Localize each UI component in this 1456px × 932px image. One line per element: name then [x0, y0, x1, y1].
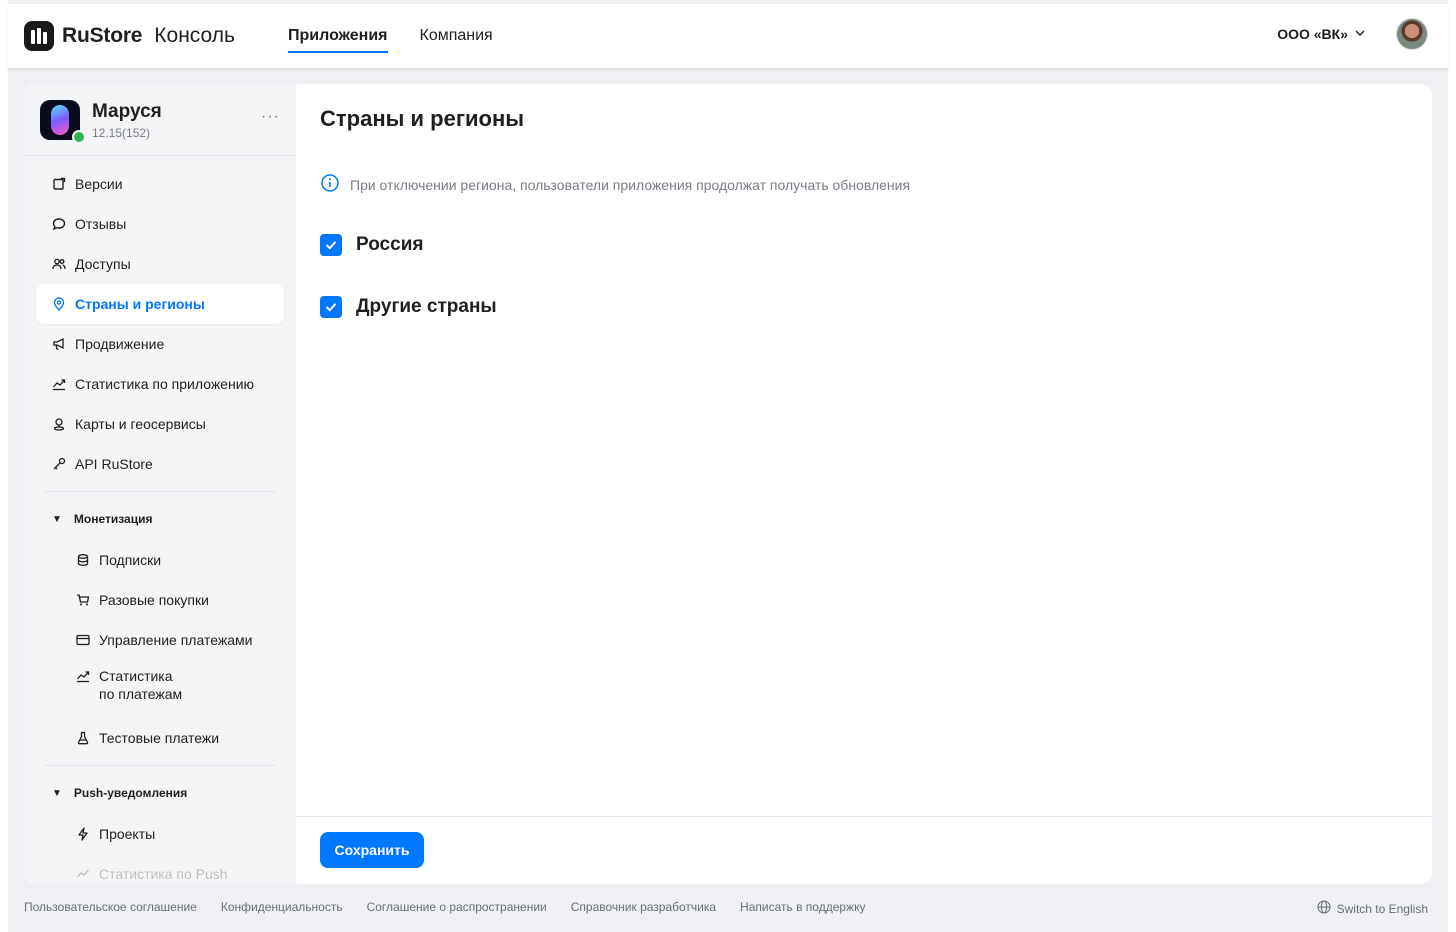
- logo-brand-text: RuStore: [62, 24, 143, 47]
- sidebar-item-payment-statistics[interactable]: Статистика по платежам: [60, 660, 284, 708]
- app-shell: RuStore Консоль Приложения Компания ООО …: [8, 0, 1448, 932]
- divider: [296, 816, 1432, 817]
- chevron-down-icon: [1354, 26, 1366, 42]
- sidebar-item-label: Карты и геосервисы: [75, 416, 206, 432]
- cart-icon: [76, 593, 90, 607]
- sidebar-item-label: Проекты: [99, 826, 156, 842]
- sidebar-item-access[interactable]: Доступы: [36, 244, 284, 284]
- region-russia-checkbox[interactable]: Россия: [320, 234, 423, 256]
- save-button[interactable]: Сохранить: [320, 832, 424, 868]
- language-switch-label: Switch to English: [1336, 901, 1428, 916]
- tab-applications[interactable]: Приложения: [288, 4, 388, 68]
- sidebar-item-maps-geoservices[interactable]: Карты и геосервисы: [36, 404, 284, 444]
- info-notice: При отключении региона, пользователи при…: [320, 173, 910, 196]
- sidebar-item-label: Версии: [75, 176, 123, 192]
- sidebar-item-label: Статистика по приложению: [75, 376, 255, 392]
- sidebar-item-label: API RuStore: [75, 456, 153, 472]
- sidebar-item-versions[interactable]: Версии: [36, 164, 284, 204]
- sidebar-item-test-payments[interactable]: Тестовые платежи: [60, 718, 284, 758]
- megaphone-icon: [52, 337, 66, 351]
- chat-bubble-icon: [52, 217, 66, 231]
- tab-company[interactable]: Компания: [420, 4, 493, 68]
- region-other-countries-checkbox[interactable]: Другие страны: [320, 296, 497, 318]
- users-icon: [52, 257, 66, 271]
- rustore-logo[interactable]: RuStore Консоль: [24, 21, 235, 51]
- org-label: ООО «ВК»: [1277, 26, 1348, 42]
- sidebar-item-api-rustore[interactable]: API RuStore: [36, 444, 284, 484]
- app-name: Маруся: [92, 101, 162, 122]
- sidebar-item-one-time-purchases[interactable]: Разовые покупки: [60, 580, 284, 620]
- sidebar-item-label: Продвижение: [75, 336, 165, 352]
- trend-chart-icon: [76, 669, 90, 683]
- divider: [44, 765, 276, 766]
- user-avatar[interactable]: [1396, 18, 1428, 50]
- sidebar-item-label: Тестовые платежи: [99, 730, 220, 746]
- info-icon: [320, 173, 340, 196]
- main-content: Страны и регионы При отключении региона,…: [296, 84, 1432, 884]
- group-title: Push-уведомления: [73, 786, 188, 800]
- group-title: Монетизация: [73, 512, 153, 526]
- sidebar-item-payment-management[interactable]: Управление платежами: [60, 620, 284, 660]
- page-title: Страны и регионы: [320, 106, 525, 131]
- app-header: Маруся 12.15(152) ···: [40, 100, 280, 144]
- sidebar-item-reviews[interactable]: Отзывы: [36, 204, 284, 244]
- group-push-notifications[interactable]: ▼ Push-уведомления: [52, 786, 187, 800]
- sidebar-item-label: Отзывы: [75, 216, 127, 232]
- region-label: Россия: [356, 234, 424, 255]
- card-icon: [76, 633, 90, 647]
- top-bar: RuStore Консоль Приложения Компания ООО …: [8, 4, 1448, 68]
- sidebar-item-label: Доступы: [75, 256, 131, 272]
- flask-icon: [76, 731, 90, 745]
- lightning-icon: [76, 827, 90, 841]
- checkbox-checked-icon[interactable]: [320, 296, 342, 318]
- sidebar-item-promotion[interactable]: Продвижение: [36, 324, 284, 364]
- language-switch[interactable]: Switch to English: [1317, 900, 1428, 917]
- online-status-dot: [72, 130, 86, 144]
- footer-link-privacy[interactable]: Конфиденциальность: [221, 900, 343, 914]
- sidebar-item-label: Статистика по Push: [99, 866, 228, 882]
- org-switcher[interactable]: ООО «ВК»: [1277, 26, 1366, 42]
- versions-icon: [52, 177, 66, 191]
- divider: [44, 491, 276, 492]
- key-icon: [52, 457, 66, 471]
- rustore-logo-icon: [24, 21, 54, 51]
- footer-link-developer-reference[interactable]: Справочник разработчика: [571, 900, 716, 914]
- footer-link-user-agreement[interactable]: Пользовательское соглашение: [24, 900, 197, 914]
- location-pin-icon: [52, 297, 66, 311]
- sidebar-item-label: Подписки: [99, 552, 162, 568]
- top-nav: Приложения Компания: [288, 4, 493, 68]
- map-pin-icon: [52, 417, 66, 431]
- checkbox-checked-icon[interactable]: [320, 234, 342, 256]
- logo-product-text: Консоль: [154, 24, 235, 47]
- group-monetization[interactable]: ▼ Монетизация: [52, 512, 153, 526]
- sidebar-item-projects[interactable]: Проекты: [60, 814, 284, 854]
- divider: [24, 155, 296, 156]
- footer-link-support[interactable]: Написать в поддержку: [740, 900, 865, 914]
- sidebar-item-label: Статистика по платежам: [99, 668, 183, 702]
- collapse-triangle-icon: ▼: [52, 513, 62, 525]
- sidebar-item-countries-regions[interactable]: Страны и регионы: [36, 284, 284, 324]
- trend-chart-icon: [76, 867, 90, 881]
- app-icon: [40, 100, 86, 144]
- region-label: Другие страны: [356, 296, 497, 317]
- globe-icon: [1317, 900, 1331, 917]
- sidebar-item-label: Разовые покупки: [99, 592, 209, 608]
- footer-link-distribution-agreement[interactable]: Соглашение о распространении: [367, 900, 547, 914]
- content-card: Маруся 12.15(152) ··· Версии Отзывы Дост…: [24, 84, 1432, 884]
- collapse-triangle-icon: ▼: [52, 787, 62, 799]
- database-icon: [76, 553, 90, 567]
- sidebar-item-label: Управление платежами: [99, 632, 253, 648]
- sidebar-item-push-statistics[interactable]: Статистика по Push: [60, 854, 284, 884]
- more-options-icon[interactable]: ···: [261, 108, 280, 126]
- trend-chart-icon: [52, 377, 66, 391]
- app-version: 12.15(152): [92, 126, 151, 140]
- sidebar: Маруся 12.15(152) ··· Версии Отзывы Дост…: [24, 84, 296, 884]
- sidebar-item-subscriptions[interactable]: Подписки: [60, 540, 284, 580]
- info-text: При отключении региона, пользователи при…: [350, 176, 911, 193]
- sidebar-item-label: Страны и регионы: [75, 296, 205, 312]
- footer-links: Пользовательское соглашение Конфиденциал…: [24, 900, 865, 914]
- sidebar-item-app-statistics[interactable]: Статистика по приложению: [36, 364, 284, 404]
